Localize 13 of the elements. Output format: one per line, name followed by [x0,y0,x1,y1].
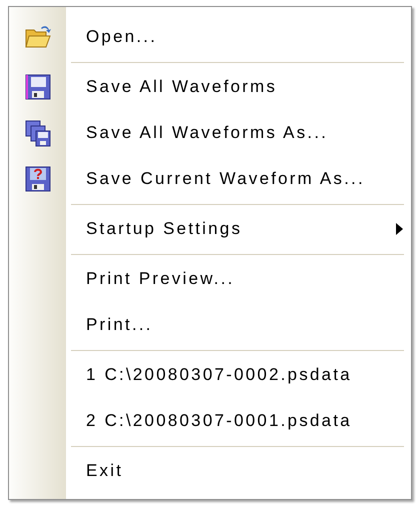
floppy-disks-icon [24,120,50,146]
menu-item[interactable]: Print Preview... [9,256,411,302]
folder-icon [24,24,52,50]
menu-item[interactable]: Save All Waveforms [9,64,411,110]
menu-item[interactable]: Open... [9,14,411,60]
menu-item[interactable]: 2 C:\20080307-0001.psdata [9,398,411,444]
menu-item[interactable]: Print... [9,302,411,348]
menu-item[interactable]: Startup Settings [9,206,411,252]
menu-item[interactable]: 1 C:\20080307-0002.psdata [9,352,411,398]
menu-item[interactable]: Exit [9,448,411,494]
menu-item[interactable]: Save Current Waveform As... [9,156,411,202]
menu-item[interactable]: Save All Waveforms As... [9,110,411,156]
floppy-question-icon [24,166,50,192]
